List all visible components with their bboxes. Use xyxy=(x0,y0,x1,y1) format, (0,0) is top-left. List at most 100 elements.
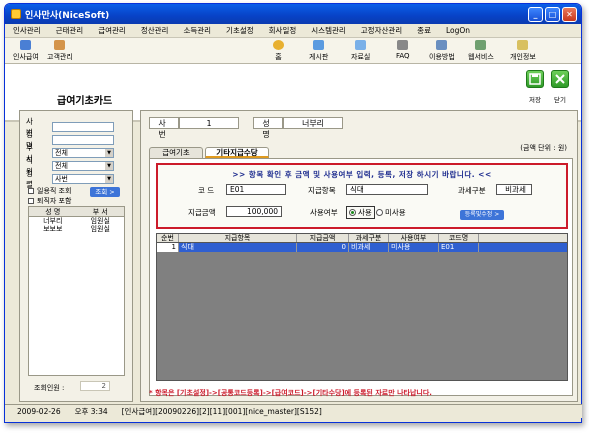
save-icon xyxy=(529,73,541,85)
title-bar: 인사만사(NiceSoft) _ □ ✕ xyxy=(5,4,581,24)
tax-label: 과세구분 xyxy=(458,186,486,195)
window-title: 인사만사(NiceSoft) xyxy=(25,10,110,21)
close-window-button[interactable]: ✕ xyxy=(562,6,577,22)
close-label: 닫기 xyxy=(554,96,566,104)
col-item: 지급항목 xyxy=(179,234,297,242)
toolbar-personal-info[interactable]: 개인정보 xyxy=(510,40,536,62)
col-amount: 지급금액 xyxy=(297,234,349,242)
footer-note: * 항목은 [기초설정]->[공통코드등록]->[급여코드]->[기타수당]에 … xyxy=(149,389,432,397)
status-bar: 2009-02-26 오후 3:34 [인사급여][20090226][2][1… xyxy=(5,404,582,418)
retired-checkbox[interactable]: 퇴직자 포함 xyxy=(28,196,71,206)
checkbox-box xyxy=(28,198,34,204)
tab-panel: >> 항목 확인 후 금액 및 사용여부 입력, 등록, 저장 하시기 바랍니다… xyxy=(149,158,573,396)
employee-list-header: 성 명 부 서 xyxy=(29,207,124,217)
col-tax: 과세구분 xyxy=(349,234,389,242)
sort-select[interactable]: 사번 xyxy=(52,173,114,184)
col-seq: 순번 xyxy=(157,234,179,242)
tab-basic[interactable]: 급여기초 xyxy=(149,147,203,158)
menu-settlement[interactable]: 정산관리 xyxy=(141,25,169,36)
grid-header: 순번 지급항목 지급금액 과세구분 사용여부 코드명 xyxy=(157,234,567,243)
personal-info-icon xyxy=(517,40,529,50)
faq-icon xyxy=(397,40,409,50)
menu-bar: 인사관리 근태관리 급여관리 정산관리 소득관리 기초설정 회사일정 시스템관리… xyxy=(5,24,581,38)
count-value: 2 xyxy=(80,381,110,391)
menu-company-schedule[interactable]: 회사일정 xyxy=(269,25,297,36)
radio-dot xyxy=(349,209,356,216)
count-label: 조회인원 : xyxy=(34,384,65,392)
daily-worker-checkbox[interactable]: 일용직 조회 xyxy=(28,186,71,196)
customer-icon xyxy=(54,40,66,50)
menu-hr[interactable]: 인사관리 xyxy=(13,25,41,36)
menu-fixed-assets[interactable]: 고정자산관리 xyxy=(361,25,402,36)
toolbar: 인사급여 고객관리 홈 게시판 자료실 FAQ 이용방법 웹서비스 개인정보 xyxy=(5,38,581,64)
emp-id-key: 사 번 xyxy=(149,117,179,139)
menu-system[interactable]: 시스템관리 xyxy=(311,25,346,36)
lookup-button[interactable]: 조회 > xyxy=(90,187,120,197)
app-icon xyxy=(11,9,21,19)
payroll-icon xyxy=(20,40,32,50)
radio-dot xyxy=(376,209,383,216)
close-button[interactable] xyxy=(551,70,569,88)
maximize-button[interactable]: □ xyxy=(545,6,560,22)
library-icon xyxy=(355,40,367,50)
toolbar-library[interactable]: 자료실 xyxy=(351,40,370,62)
emp-name-value: 너부리 xyxy=(283,117,343,129)
allowance-grid: 순번 지급항목 지급금액 과세구분 사용여부 코드명 1 식대 0 비과세 미사… xyxy=(156,233,568,381)
allowance-form: >> 항목 확인 후 금액 및 사용여부 입력, 등록, 저장 하시기 바랍니다… xyxy=(156,163,568,229)
toolbar-webservice[interactable]: 웹서비스 xyxy=(468,40,494,62)
sort-row: 정 렬 사번 xyxy=(26,169,114,189)
use-yes-radio[interactable]: 사용 xyxy=(346,206,375,219)
use-no-radio[interactable]: 미사용 xyxy=(376,207,406,218)
save-label: 저장 xyxy=(529,96,541,104)
page-title: 급여기초카드 xyxy=(57,96,113,107)
col-name: 성 명 xyxy=(45,208,61,216)
col-dept: 부 서 xyxy=(92,208,108,216)
search-panel: 사 번 성 명 부 서 전체 직 위 전체 정 렬 사번 일용직 조회 퇴직자 … xyxy=(19,110,133,402)
code-input[interactable]: E01 xyxy=(226,184,286,195)
emp-id-value: 1 xyxy=(179,117,239,129)
menu-payroll[interactable]: 급여관리 xyxy=(98,25,126,36)
code-label: 코 드 xyxy=(198,186,215,195)
amount-input[interactable]: 100,000 xyxy=(226,206,282,217)
save-button[interactable] xyxy=(526,70,544,88)
toolbar-customer[interactable]: 고객관리 xyxy=(47,40,73,62)
employee-info: 사 번 1 성 명 너부리 xyxy=(149,117,357,139)
minimize-button[interactable]: _ xyxy=(528,6,543,22)
register-button[interactable]: 등록및수정 > xyxy=(460,210,504,220)
menu-attendance[interactable]: 근태관리 xyxy=(56,25,84,36)
howto-icon xyxy=(436,40,448,50)
dept-select[interactable]: 전체 xyxy=(52,147,114,158)
home-icon xyxy=(273,40,284,50)
table-row[interactable]: 1 식대 0 비과세 미사용 E01 xyxy=(157,243,567,252)
checkbox-box xyxy=(28,188,34,194)
amount-unit: (금액 단위 : 원) xyxy=(520,144,567,152)
list-item[interactable]: 보보보 임원실 xyxy=(29,225,124,233)
name-input[interactable] xyxy=(52,134,114,145)
use-label: 사용여부 xyxy=(310,208,338,217)
menu-logon[interactable]: LogOn xyxy=(446,26,470,35)
item-input[interactable]: 식대 xyxy=(346,184,428,195)
toolbar-faq[interactable]: FAQ xyxy=(396,40,410,60)
close-icon xyxy=(555,74,565,84)
toolbar-howto[interactable]: 이용방법 xyxy=(429,40,455,62)
menu-basic-settings[interactable]: 기초설정 xyxy=(226,25,254,36)
menu-income[interactable]: 소득관리 xyxy=(183,25,211,36)
toolbar-home[interactable]: 홈 xyxy=(273,40,284,62)
menu-exit[interactable]: 종료 xyxy=(417,25,431,36)
status-session: [인사급여][20090226][2][11][001][nice_master… xyxy=(121,407,322,416)
status-date: 2009-02-26 xyxy=(17,407,61,416)
toolbar-hr-payroll[interactable]: 인사급여 xyxy=(13,40,39,62)
board-icon xyxy=(313,40,325,50)
item-label: 지급항목 xyxy=(308,186,336,195)
list-item[interactable]: 너부리 임원실 xyxy=(29,217,124,225)
main-panel: 사 번 1 성 명 너부리 (금액 단위 : 원) 급여기초 기타지급수당 >>… xyxy=(140,110,578,402)
tab-other-allowance[interactable]: 기타지급수당 xyxy=(205,147,269,158)
position-select[interactable]: 전체 xyxy=(52,160,114,171)
webservice-icon xyxy=(475,40,487,50)
tax-type-input[interactable]: 비과세 xyxy=(496,184,532,195)
emp-id-input[interactable] xyxy=(52,121,114,132)
form-notice: >> 항목 확인 후 금액 및 사용여부 입력, 등록, 저장 하시기 바랍니다… xyxy=(232,170,492,179)
emp-name-key: 성 명 xyxy=(253,117,283,139)
toolbar-board[interactable]: 게시판 xyxy=(309,40,328,62)
amount-label: 지급금액 xyxy=(188,208,216,217)
